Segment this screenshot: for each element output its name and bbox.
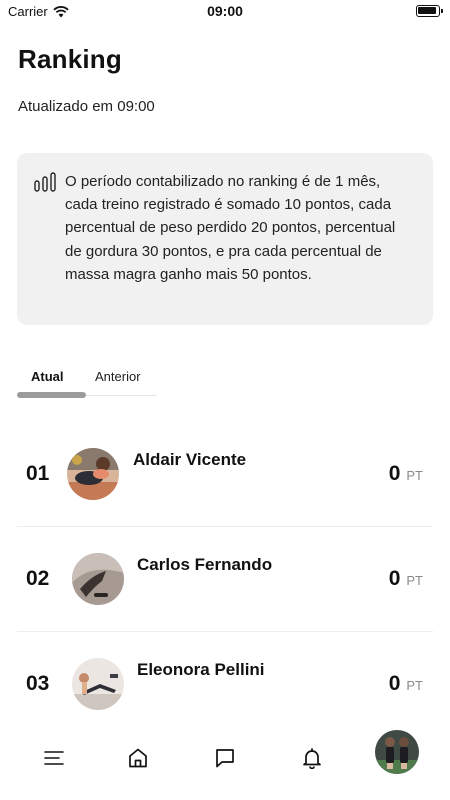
- ranking-points: 0 PT: [389, 462, 423, 486]
- ranking-name: Eleonora Pellini: [137, 660, 265, 679]
- points-value: 0: [388, 672, 401, 695]
- home-button[interactable]: [116, 736, 160, 780]
- tab-anterior[interactable]: Anterior: [95, 369, 141, 384]
- page-title: Ranking: [18, 44, 122, 74]
- ranking-name: Carlos Fernando: [137, 555, 273, 574]
- chat-icon: [216, 749, 234, 768]
- points-unit: PT: [406, 678, 423, 693]
- ranking-points: 0 PT: [389, 567, 423, 591]
- bar-chart-icon: [34, 172, 56, 192]
- points-unit: PT: [406, 573, 423, 588]
- ranking-info-card: O período contabilizado no ranking é de …: [17, 153, 433, 325]
- status-bar: Carrier 09:00: [0, 0, 450, 24]
- points-unit: PT: [406, 468, 423, 483]
- home-icon: [129, 748, 147, 768]
- status-time: 09:00: [207, 3, 243, 19]
- battery-icon: [416, 5, 443, 17]
- menu-button[interactable]: [32, 736, 76, 780]
- ranking-position: 03: [26, 672, 50, 695]
- user-avatar: [67, 448, 119, 500]
- menu-icon: [44, 751, 64, 765]
- tab-atual[interactable]: Atual: [31, 369, 64, 384]
- chat-button[interactable]: [203, 736, 247, 780]
- ranking-position: 02: [26, 567, 50, 590]
- points-value: 0: [388, 567, 401, 590]
- ranking-position: 01: [26, 462, 50, 485]
- ranking-row[interactable]: 01 Aldair Vicente 0 PT: [17, 422, 433, 527]
- bell-icon: [303, 748, 321, 769]
- ranking-name: Aldair Vicente: [133, 450, 247, 469]
- profile-avatar[interactable]: [375, 730, 419, 774]
- points-value: 0: [388, 462, 401, 485]
- tab-active-indicator: [17, 392, 86, 398]
- ranking-row[interactable]: 02 Carlos Fernando 0 PT: [17, 527, 433, 632]
- notifications-button[interactable]: [290, 736, 334, 780]
- ranking-info-text: O período contabilizado no ranking é de …: [65, 173, 396, 283]
- bottom-nav: [0, 722, 450, 800]
- ranking-points: 0 PT: [389, 672, 423, 696]
- user-avatar: [72, 553, 124, 605]
- user-avatar: [72, 658, 124, 710]
- ranking-tabs: Atual Anterior: [17, 360, 157, 398]
- updated-time-label: Atualizado em 09:00: [18, 98, 155, 115]
